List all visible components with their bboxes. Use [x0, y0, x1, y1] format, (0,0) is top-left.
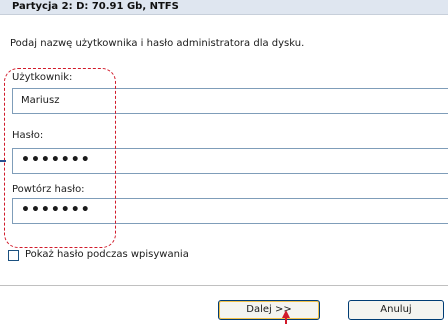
partition-title: Partycja 2: D: 70.91 Gb, NTFS [12, 1, 179, 12]
annotation-highlight [4, 68, 116, 248]
show-password-label: Pokaż hasło podczas wpisywania [25, 249, 189, 260]
cursor-tail [285, 318, 287, 324]
show-password-checkbox[interactable] [8, 250, 19, 261]
annotation-marker [0, 160, 6, 162]
cursor-pointer-icon [282, 310, 290, 318]
footer-divider [0, 285, 448, 286]
next-button[interactable]: Dalej >> [218, 300, 320, 320]
cancel-button[interactable]: Anuluj [348, 300, 444, 320]
partition-header: Partycja 2: D: 70.91 Gb, NTFS [0, 0, 448, 15]
instruction-text: Podaj nazwę użytkownika i hasło administ… [10, 38, 305, 49]
